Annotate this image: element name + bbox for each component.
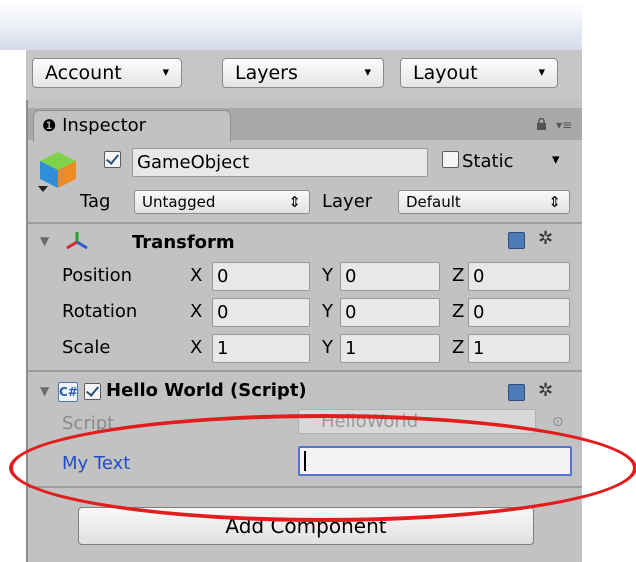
script-enabled-checkbox[interactable] [84,383,101,400]
window-title-strip [0,0,582,50]
axis-y-label: Y [322,265,333,286]
gameobject-active-checkbox[interactable] [104,151,121,168]
layout-dropdown[interactable]: Layout ▾ [400,58,558,88]
highlight-oval [9,414,636,522]
static-checkbox[interactable] [442,151,459,168]
script-component-title: Hello World (Script) [106,380,307,401]
gear-icon[interactable]: ✲ [538,228,553,249]
help-icon[interactable] [508,232,525,249]
layout-label: Layout [413,62,478,84]
static-label: Static [462,151,514,172]
transform-row-label: Scale [62,337,111,358]
tab-inspector[interactable]: ❶ Inspector [33,110,231,142]
updown-arrow-icon: ⇕ [548,193,561,211]
transform-icon [64,230,90,256]
info-icon: ❶ [42,116,57,135]
lock-icon[interactable] [536,117,547,134]
gameobject-cube-icon [36,148,80,192]
chevron-down-icon: ▾ [364,65,371,80]
axis-z-label: Z [452,337,465,358]
static-dropdown-icon[interactable]: ▾ [552,150,560,168]
tab-title: Inspector [62,115,147,136]
chevron-down-icon: ▾ [162,65,169,80]
y-field[interactable]: 0 [340,262,440,291]
account-dropdown[interactable]: Account ▾ [32,58,182,88]
layer-label: Layer [322,191,373,212]
transform-title: Transform [132,232,235,253]
z-field[interactable]: 1 [468,334,570,363]
axis-z-label: Z [452,265,465,286]
y-field[interactable]: 0 [340,298,440,327]
chevron-down-icon: ▾ [538,65,545,80]
help-icon[interactable] [508,384,525,401]
z-field[interactable]: 0 [468,262,570,291]
axis-y-label: Y [322,337,333,358]
gear-icon[interactable]: ✲ [538,380,553,401]
transform-row-label: Position [62,265,133,286]
object-picker-icon[interactable]: ⊙ [552,414,564,430]
updown-arrow-icon: ⇕ [288,193,301,211]
x-field[interactable]: 0 [212,262,310,291]
account-label: Account [45,62,122,84]
axis-y-label: Y [322,301,333,322]
csharp-script-icon: C# [58,382,78,402]
divider [28,370,582,372]
layers-dropdown[interactable]: Layers ▾ [222,58,384,88]
axis-x-label: X [190,301,203,322]
tag-dropdown[interactable]: Untagged ⇕ [134,190,310,214]
x-field[interactable]: 0 [212,298,310,327]
tag-value: Untagged [142,193,216,211]
transform-foldout-arrow-icon[interactable]: ▼ [40,234,49,248]
panel-menu-icon[interactable]: ▾≡ [556,118,572,132]
layers-label: Layers [235,62,298,84]
x-field[interactable]: 1 [212,334,310,363]
axis-x-label: X [190,337,203,358]
transform-row-label: Rotation [62,301,138,322]
axis-z-label: Z [452,301,465,322]
layer-dropdown[interactable]: Default ⇕ [398,190,570,214]
axis-x-label: X [190,265,203,286]
y-field[interactable]: 1 [340,334,440,363]
z-field[interactable]: 0 [468,298,570,327]
gameobject-name-field[interactable]: GameObject [132,148,428,177]
script-foldout-arrow-icon[interactable]: ▼ [40,384,49,398]
tag-label: Tag [80,191,111,212]
divider [28,222,582,224]
layer-value: Default [406,193,461,211]
